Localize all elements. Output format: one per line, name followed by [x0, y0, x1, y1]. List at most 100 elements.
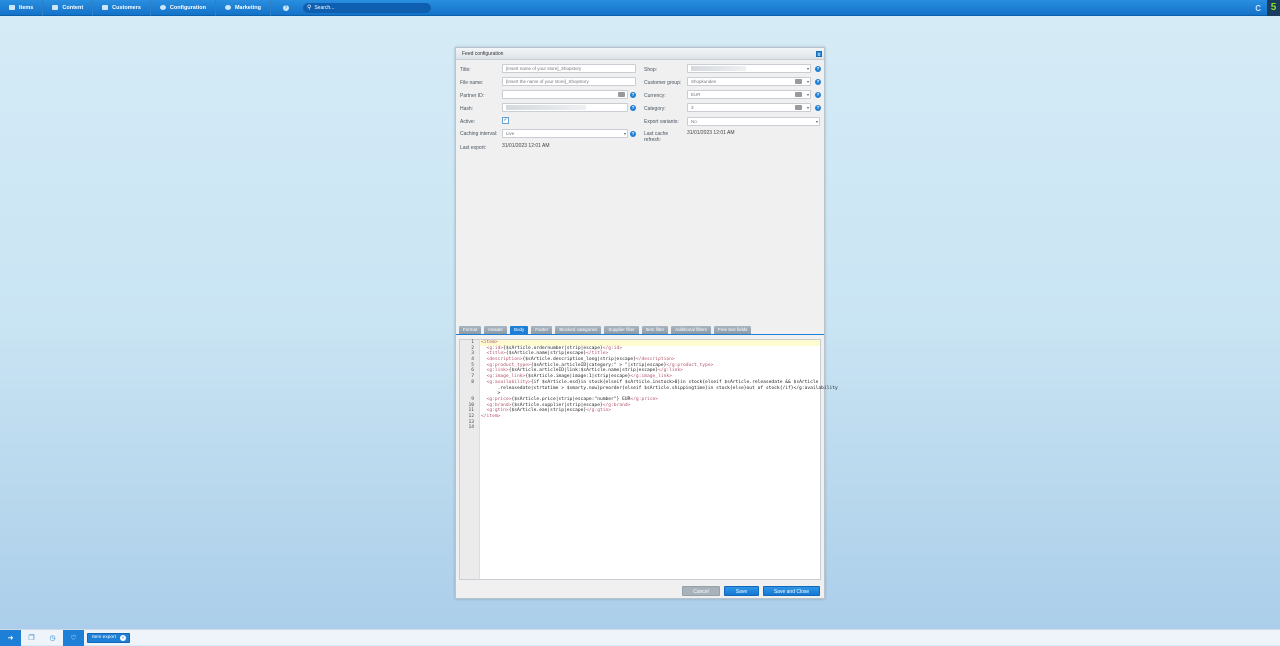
partner-id-field[interactable] — [502, 90, 628, 99]
caching-interval-select[interactable]: Live ▾ — [502, 129, 628, 138]
help-icon[interactable]: ? — [815, 66, 821, 72]
shop-label: Shop: — [644, 67, 658, 73]
xml-tag: </g:brand> — [602, 402, 631, 408]
customer-group-select[interactable]: Shopkunden ▾ — [687, 77, 811, 86]
last-export-value: 31/01/2023 12:01 AM — [502, 143, 550, 149]
search-placeholder: Search... — [314, 4, 335, 11]
picker-icon[interactable] — [795, 92, 802, 97]
chevron-down-icon: ▾ — [623, 131, 626, 136]
export-variants-value: No — [691, 119, 697, 124]
last-export-label: Last export: — [460, 145, 487, 151]
help-icon[interactable]: ? — [630, 92, 636, 98]
close-icon[interactable]: x — [816, 51, 822, 58]
chevron-down-icon: ▾ — [815, 119, 818, 124]
category-select[interactable]: 3 ▾ — [687, 103, 811, 112]
hash-redacted — [506, 105, 586, 111]
tab-additional-filters[interactable]: Additional filters — [671, 326, 711, 334]
marketing-icon — [224, 5, 231, 10]
notification-bell-icon[interactable]: ♡ — [63, 629, 84, 646]
chevron-down-icon: ▾ — [806, 66, 809, 71]
code-text: {$sArticle.description_long|strip|escape… — [522, 357, 636, 363]
nav-label: Customers — [112, 4, 141, 11]
windows-icon[interactable]: ❐ — [21, 630, 42, 646]
currency-select[interactable]: EUR ▾ — [687, 90, 811, 99]
code-content[interactable]: <item> <g:id>{$sArticle.ordernumber|stri… — [480, 340, 838, 431]
help-icon[interactable]: ? — [630, 105, 636, 111]
taskbar-window-item-export[interactable]: Item export × — [87, 632, 130, 643]
nav-items[interactable]: Items — [0, 0, 44, 16]
title-label: Title: — [460, 67, 471, 73]
customer-group-value: Shopkunden — [691, 79, 717, 84]
caching-value: Live — [506, 131, 515, 136]
last-cache-refresh-value: 31/01/2023 12:01 AM — [687, 130, 735, 136]
hash-field[interactable] — [502, 103, 628, 112]
tab-format[interactable]: Format — [459, 326, 482, 334]
xml-tag: <g:id> — [486, 345, 504, 351]
title-field[interactable]: [Insert name of your store]_Shopstory — [502, 64, 636, 73]
active-label: Active: — [460, 119, 476, 125]
last-cache-refresh-label: Last cache refresh: — [644, 131, 669, 143]
nav-configuration[interactable]: Configuration — [151, 0, 216, 16]
xml-tag: </title> — [586, 351, 609, 357]
code-text: {$sArticle.ordernumber|strip|escape} — [503, 345, 603, 351]
nav-marketing[interactable]: Marketing — [216, 0, 271, 16]
taskbar-window-label: Item export — [92, 635, 116, 640]
top-right: C5 — [1255, 0, 1280, 16]
nav-customers[interactable]: Customers — [93, 0, 151, 16]
help-icon[interactable]: ? — [630, 131, 636, 137]
help-icon[interactable]: ? — [815, 105, 821, 111]
close-icon[interactable]: × — [120, 634, 126, 641]
tab-free-text-fields[interactable]: Free text fields — [713, 326, 752, 334]
tab-header[interactable]: Header — [484, 326, 508, 334]
save-and-close-button[interactable]: Save and Close — [763, 586, 820, 596]
code-text: {$sArticle.articleID|link:$sArticle.name… — [508, 368, 659, 374]
xml-tag: </description> — [635, 357, 675, 363]
filename-label: File name: — [460, 80, 484, 86]
export-variants-select[interactable]: No ▾ — [687, 117, 820, 126]
items-icon — [9, 5, 15, 10]
help-icon[interactable]: ? — [815, 92, 821, 98]
code-editor[interactable]: 1 2 3 4 5 6 7 8 9 10 11 12 13 14 <item> <g:id>{$sArti… — [459, 339, 838, 580]
code-text: > — [481, 391, 501, 397]
xml-tag: </g:link> — [658, 368, 683, 374]
refresh-icon[interactable]: C — [1255, 4, 1261, 13]
code-text: {$sArticle.articleID|category:" > "|stri… — [530, 362, 667, 368]
xml-tag: <g:brand> — [486, 402, 512, 408]
xml-tag: <g:availability> — [486, 379, 531, 385]
dialog-header: Feed configuration x — [456, 48, 824, 60]
nav-content[interactable]: Content — [43, 0, 94, 16]
code-text: {$sArticle.supplier|strip|escape} — [511, 402, 603, 408]
filename-field[interactable]: [Insert the name of your store]_Shopstor… — [502, 77, 636, 86]
partner-id-label: Partner ID: — [460, 93, 485, 99]
help-icon[interactable]: ? — [815, 79, 821, 85]
logout-icon[interactable]: ➜ — [0, 629, 21, 646]
shop-redacted — [691, 66, 746, 72]
picker-icon[interactable] — [795, 105, 802, 110]
code-text: {$sArticle.image|image:1|strip|escape} — [525, 374, 631, 380]
xml-tag: </g:product_type> — [666, 362, 714, 368]
help-icon[interactable]: ? — [282, 4, 289, 11]
xml-tag: <g:link> — [486, 368, 509, 374]
search-icon: ⚲ — [306, 5, 312, 11]
active-checkbox[interactable]: ✓ — [502, 117, 509, 124]
tab-bar: Format Header Body Footer Blocked categories… — [459, 326, 752, 334]
tab-footer[interactable]: Footer — [531, 326, 553, 334]
chevron-down-icon: ▾ — [806, 105, 809, 110]
save-button[interactable]: Save — [724, 586, 759, 596]
picker-icon[interactable] — [795, 79, 802, 84]
dashboard-icon[interactable]: ◷ — [42, 630, 63, 646]
shop-select[interactable]: ▾ — [687, 64, 811, 73]
xml-tag: <g:product_type> — [486, 362, 531, 368]
picker-icon[interactable] — [618, 92, 625, 97]
gear-icon — [159, 5, 166, 10]
search-input[interactable]: ⚲ Search... — [302, 2, 431, 13]
tab-blocked-categories[interactable]: Blocked categories — [555, 326, 602, 334]
line-number: 14 — [468, 425, 474, 431]
tab-item-filter[interactable]: Item filter — [641, 326, 669, 334]
cancel-button[interactable]: Cancel — [682, 586, 720, 596]
tab-divider — [456, 334, 824, 335]
tab-body[interactable]: Body — [510, 326, 529, 334]
category-value: 3 — [691, 105, 694, 110]
tab-supplier-filter[interactable]: Supplier filter — [604, 326, 639, 334]
